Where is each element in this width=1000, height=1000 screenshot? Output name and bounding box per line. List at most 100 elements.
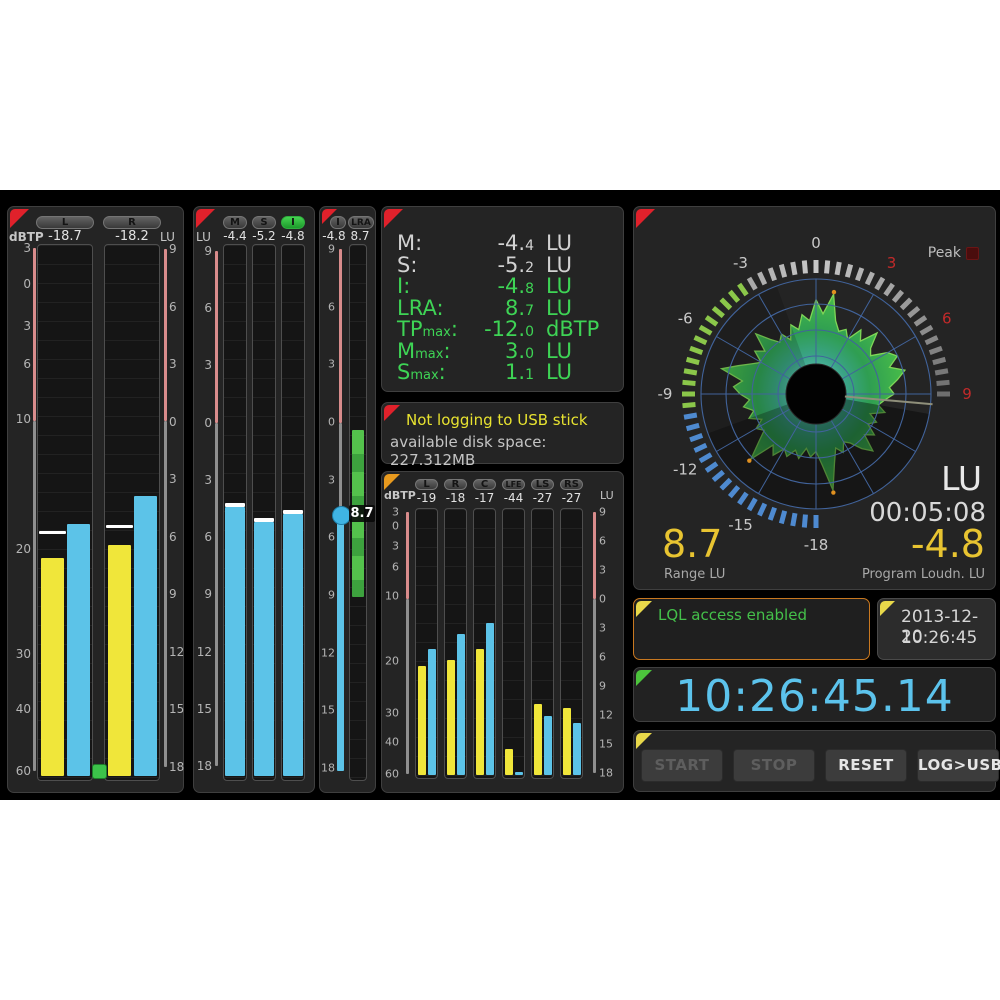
scale-tick-label: 10 — [8, 412, 31, 426]
peak-bar — [457, 634, 465, 775]
channel-truepeak-value: -44 — [499, 491, 528, 505]
channel-truepeak-value: -17 — [470, 491, 499, 505]
readout-row: TPmax:-12.0dBTP — [382, 317, 623, 339]
scale-tick-label: 6 — [194, 301, 212, 315]
peak-hold-line — [106, 525, 133, 528]
scale-tick-label: 15 — [169, 702, 185, 716]
loudness-range-value: 8.7 — [662, 522, 722, 566]
scale-ruler-over-zero — [215, 251, 218, 423]
usb-logging-status-panel: Not logging to USB stick available disk … — [381, 402, 624, 464]
scale-tick-label: 0 — [194, 416, 212, 430]
scale-tick-label: 18 — [599, 767, 615, 780]
scale-tick-label: 6 — [169, 300, 185, 314]
radar-scale-label: 6 — [942, 310, 952, 328]
channel-badge: C — [473, 479, 496, 490]
readout-value: -5.2 — [422, 253, 534, 277]
readout-row: I:-4.8LU — [382, 274, 623, 296]
scale-tick-label: 15 — [599, 738, 615, 751]
scale-tick-label: 9 — [320, 589, 335, 602]
loudness-bar — [225, 507, 245, 776]
readout-row: M:-4.4LU — [382, 231, 623, 253]
scale-tick-label: 3 — [599, 622, 615, 635]
peak-indicator-label: Peak — [928, 245, 961, 261]
peak-bar — [134, 496, 157, 776]
radar-scale-label: -12 — [673, 461, 698, 479]
scale-tick-label: 12 — [194, 645, 212, 659]
readout-unit: dBTP — [546, 317, 599, 341]
readout-label: I: — [397, 274, 410, 298]
scale-tick-label: 15 — [320, 704, 335, 717]
corner-alert-triangle — [636, 601, 652, 617]
loudness-bar-cap — [254, 518, 274, 522]
scale-tick-label: 15 — [194, 702, 212, 716]
scale-tick-label: 0 — [599, 593, 615, 606]
channel-truepeak-value: -19 — [412, 491, 441, 505]
transport-button-logusb[interactable]: LOG>USB — [917, 749, 999, 782]
channel-badge: LFE — [502, 479, 525, 490]
scale-tick-label: 6 — [194, 530, 212, 544]
loudness-readout-panel: M:-4.4LUS:-5.2LUI:-4.8LULRA:8.7LUTPmax:-… — [381, 206, 624, 392]
scale-tick-label: 18 — [194, 759, 212, 773]
usb-status-text: Not logging to USB stick — [406, 411, 588, 429]
program-loudness-value: -4.8 — [911, 522, 985, 566]
channel-loudness-value: -5.2 — [249, 229, 279, 243]
readout-row: Mmax:3.0LU — [382, 339, 623, 361]
lql-status-panel: LQL access enabled — [633, 598, 870, 660]
rms-bar — [505, 749, 513, 775]
scale-ruler-under-zero — [593, 599, 596, 773]
scale-unit-right: LU — [600, 489, 614, 502]
scale-tick-label: 12 — [599, 709, 615, 722]
channel-loudness-value: -4.4 — [220, 229, 250, 243]
scale-tick-label: 3 — [8, 241, 31, 255]
msi-loudness-meter-panel: LU M-4.4S-5.2I-4.89630369121518 — [193, 206, 315, 793]
channel-truepeak-value: -18.2 — [103, 229, 161, 244]
scale-tick-label: 9 — [169, 587, 185, 601]
scale-ruler-over-zero — [33, 248, 36, 421]
meter-channel — [502, 508, 525, 779]
transport-button-start[interactable]: START — [641, 749, 723, 782]
scale-tick-label: 18 — [320, 762, 335, 775]
readout-unit: LU — [546, 339, 572, 363]
readout-value: 1.1 — [422, 360, 534, 384]
readout-label: M: — [397, 231, 422, 255]
scale-tick-label: 3 — [169, 472, 185, 486]
scale-tick-label: 3 — [194, 473, 212, 487]
scale-tick-label: 30 — [8, 647, 31, 661]
scale-tick-label: 0 — [320, 416, 335, 429]
scale-tick-label: 3 — [382, 506, 399, 519]
transport-button-stop[interactable]: STOP — [733, 749, 815, 782]
transport-button-reset[interactable]: RESET — [825, 749, 907, 782]
scale-tick-label: 40 — [382, 736, 399, 749]
readout-value: 8.7 — [422, 296, 534, 320]
readout-unit: LU — [546, 231, 572, 255]
channel-badge: L — [415, 479, 438, 490]
channel-loudness-value: -4.8 — [278, 229, 308, 243]
peak-bar — [428, 649, 436, 775]
readout-value: 3.0 — [422, 339, 534, 363]
corner-alert-triangle — [636, 733, 652, 749]
readout-value: -12.0 — [422, 317, 534, 341]
rms-bar — [534, 704, 542, 775]
integrated-lra-meter-panel: ILRA-4.88.796303691215188.7 — [319, 206, 376, 793]
radar-scale-label: -15 — [728, 516, 753, 534]
rms-bar — [563, 708, 571, 775]
channel-truepeak-value: -18 — [441, 491, 470, 505]
scale-tick-label: 6 — [599, 535, 615, 548]
channel-badge: R — [444, 479, 467, 490]
scale-tick-label: 6 — [599, 651, 615, 664]
scale-ruler-over-zero — [593, 512, 596, 599]
disk-space-text: available disk space: 227.312MB — [390, 433, 623, 469]
radar-peak-dot — [747, 458, 751, 462]
readout-row: LRA:8.7LU — [382, 296, 623, 318]
radar-peak-dot — [831, 490, 835, 494]
channel-badge: LS — [531, 479, 554, 490]
lql-status-text: LQL access enabled — [658, 606, 807, 624]
gate-status-led — [92, 764, 107, 779]
rms-bar — [476, 649, 484, 775]
scale-ruler-under-zero — [406, 599, 409, 774]
scale-ruler-under-zero — [164, 421, 167, 767]
readout-unit: LU — [546, 274, 572, 298]
rms-bar — [41, 558, 64, 776]
readout-unit: LU — [546, 360, 572, 384]
channel-badge: S — [252, 216, 276, 229]
